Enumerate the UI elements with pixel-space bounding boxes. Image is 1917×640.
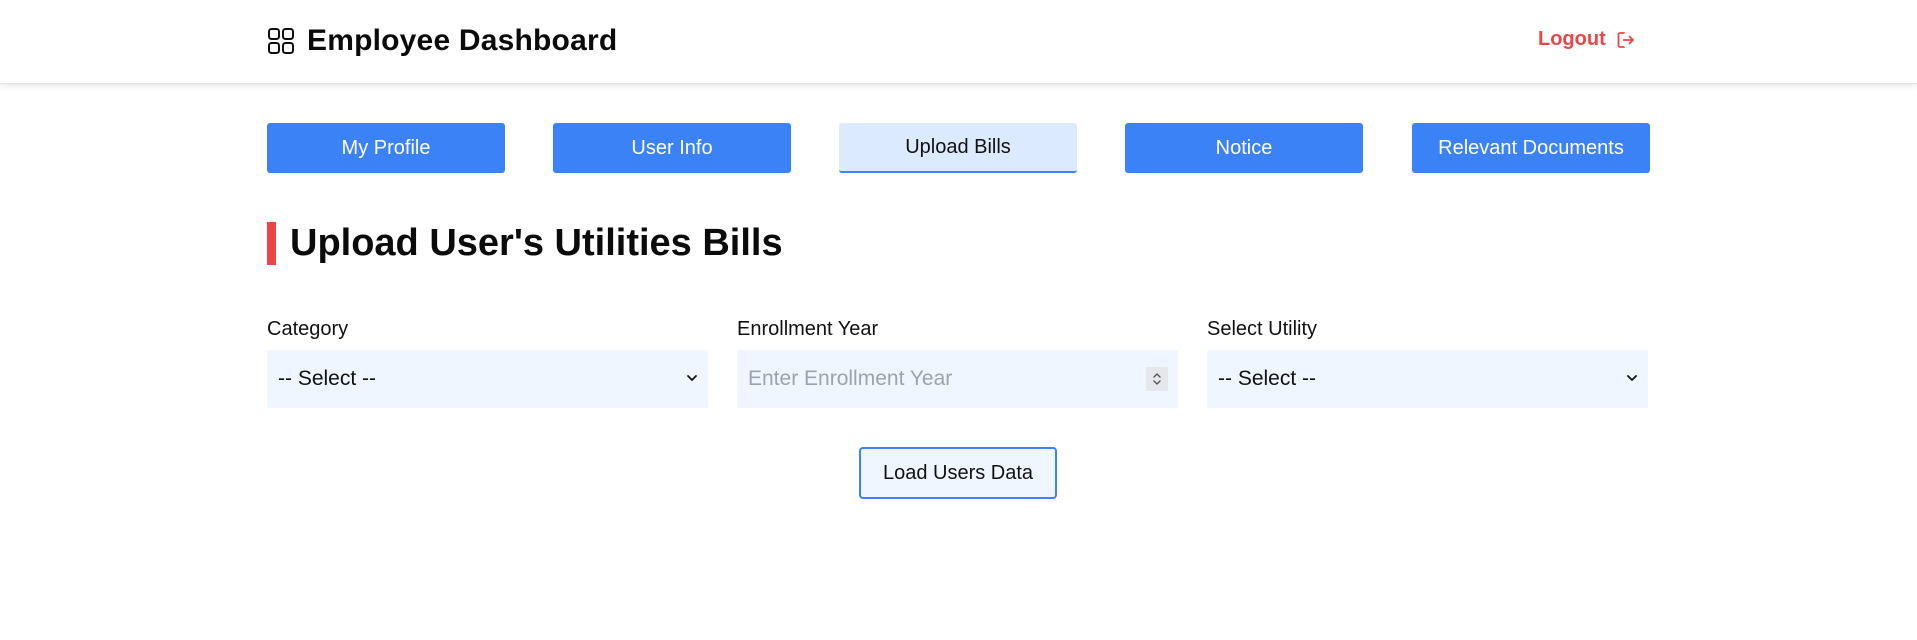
enrollment-year-input[interactable]: Enter Enrollment Year <box>737 350 1178 408</box>
enrollment-year-label: Enrollment Year <box>737 318 879 340</box>
category-selected-value: -- Select -- <box>278 367 377 390</box>
tab-my-profile[interactable]: My Profile <box>267 123 505 173</box>
app-title: Employee Dashboard <box>307 24 618 57</box>
chevron-down-icon <box>1627 375 1637 381</box>
tab-relevant-documents[interactable]: Relevant Documents <box>1412 123 1650 173</box>
section-heading: Upload User's Utilities Bills <box>267 221 783 265</box>
tab-bar: My Profile User Info Upload Bills Notice… <box>267 123 1650 173</box>
tab-upload-bills[interactable]: Upload Bills <box>839 123 1077 173</box>
tab-label: Upload Bills <box>905 135 1011 158</box>
tab-notice[interactable]: Notice <box>1125 123 1363 173</box>
tab-user-info[interactable]: User Info <box>553 123 791 173</box>
load-users-data-button[interactable]: Load Users Data <box>859 447 1057 499</box>
utility-select[interactable]: -- Select -- <box>1207 350 1648 408</box>
tab-label: Relevant Documents <box>1438 136 1624 159</box>
category-select[interactable]: -- Select -- <box>267 350 708 408</box>
tab-label: My Profile <box>341 136 431 159</box>
stepper-arrows-icon <box>1153 373 1161 385</box>
tab-label: User Info <box>631 136 713 159</box>
grid-icon <box>268 28 294 54</box>
brand: Employee Dashboard <box>267 24 617 58</box>
load-button-label: Load Users Data <box>882 461 1034 484</box>
logout-icon <box>1617 31 1634 48</box>
tab-label: Notice <box>1215 136 1273 159</box>
enrollment-year-placeholder: Enter Enrollment Year <box>748 367 953 390</box>
chevron-down-icon <box>687 375 697 381</box>
logout-label: Logout <box>1538 28 1606 50</box>
accent-bar <box>267 221 276 265</box>
utility-field: Select Utility -- Select -- <box>1207 316 1648 408</box>
category-label: Category <box>267 318 349 340</box>
top-header: Employee Dashboard Logout <box>0 0 1917 84</box>
category-field: Category -- Select -- <box>267 316 708 408</box>
logout-button[interactable]: Logout <box>1538 28 1636 51</box>
page-title: Upload User's Utilities Bills <box>290 221 783 264</box>
utility-selected-value: -- Select -- <box>1218 367 1317 390</box>
number-stepper[interactable] <box>1146 367 1168 391</box>
utility-label: Select Utility <box>1207 318 1318 340</box>
enrollment-year-field: Enrollment Year Enter Enrollment Year <box>737 316 1178 408</box>
